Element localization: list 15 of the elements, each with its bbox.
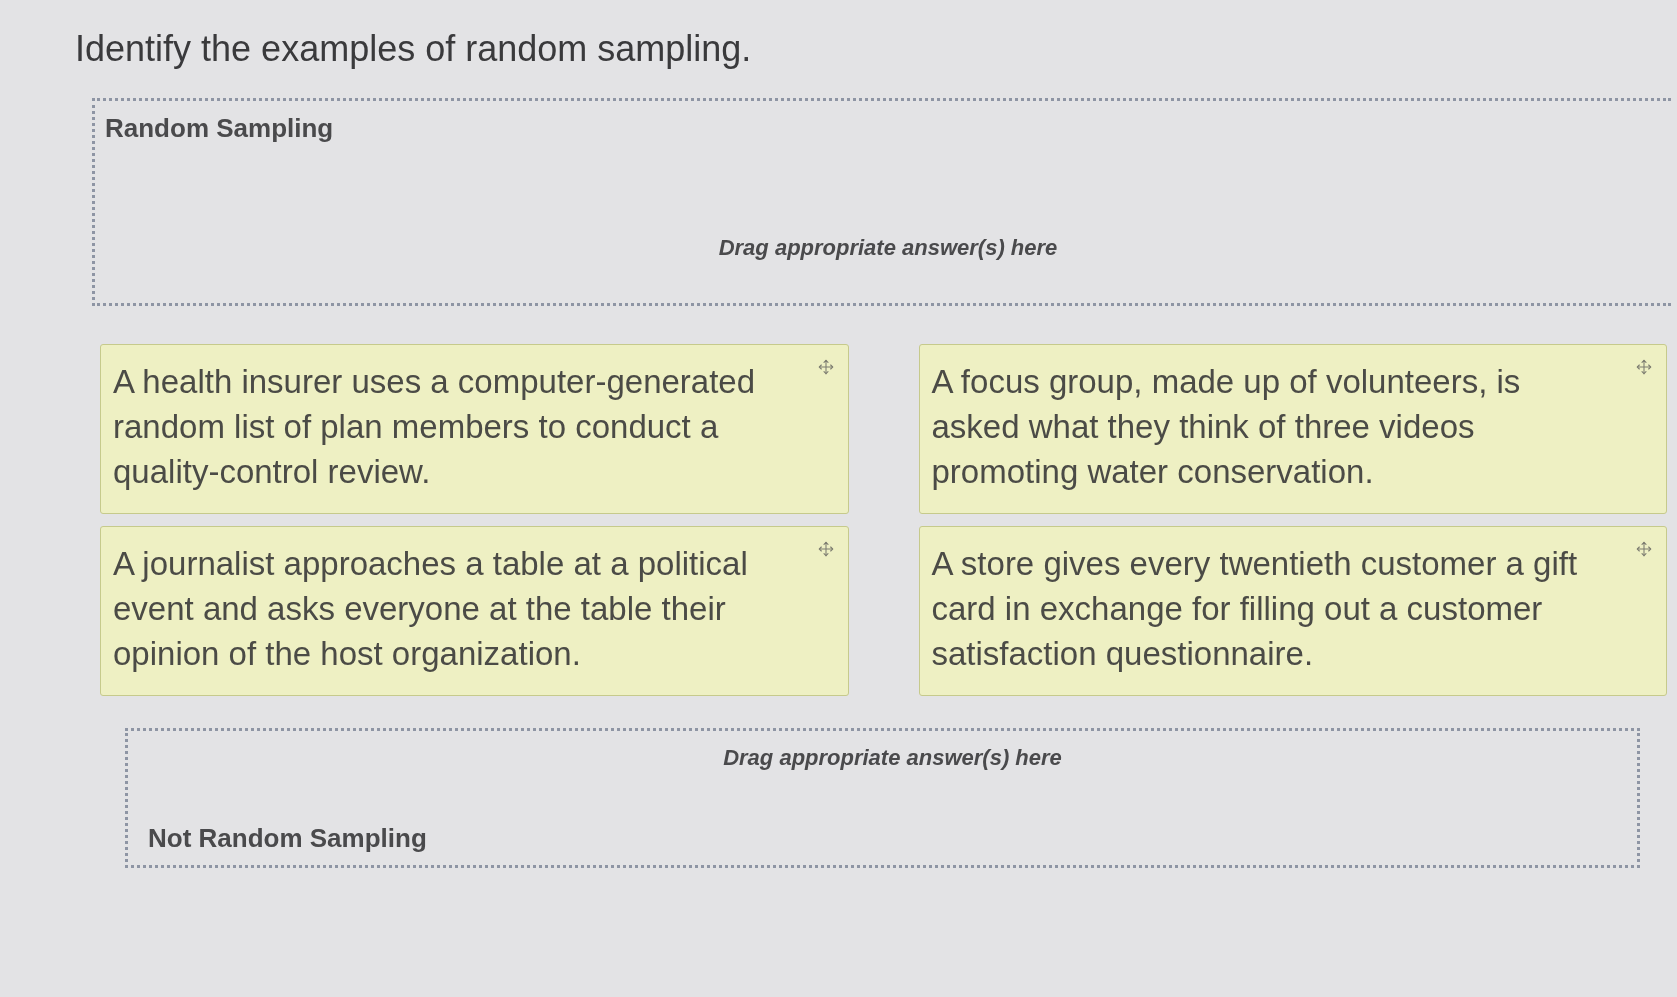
move-icon	[817, 359, 834, 375]
zone-heading: Random Sampling	[105, 112, 334, 145]
move-icon	[1636, 541, 1652, 557]
answer-card[interactable]: A focus group, made up of volunteers, is asked what they think of three videos promoting water conservation.	[918, 344, 1667, 514]
drop-zone[interactable]: Drag appropriate answer(s) here Not Random Sampling	[125, 728, 1640, 868]
question-title: Identify the examples of random sampling.	[75, 27, 752, 71]
move-icon	[1636, 359, 1652, 375]
answer-card[interactable]: A store gives every twentieth customer a gift card in exchange for filling out a customer satisfaction questionnaire.	[918, 526, 1667, 696]
move-icon	[817, 541, 834, 557]
answer-card[interactable]: A health insurer uses a computer-generated random list of plan members to conduct a quality-control review.	[100, 344, 849, 514]
answer-card[interactable]: A journalist approaches a table at a political event and asks everyone at the table their opinion of the host organization.	[100, 526, 849, 696]
drop-hint: Drag appropriate answer(s) here	[718, 234, 1058, 262]
drop-hint: Drag appropriate answer(s) here	[723, 744, 1062, 772]
drop-zone[interactable]: Random Sampling Drag appropriate answer(s) here	[92, 98, 1671, 306]
zone-heading: Not Random Sampling	[148, 822, 427, 855]
